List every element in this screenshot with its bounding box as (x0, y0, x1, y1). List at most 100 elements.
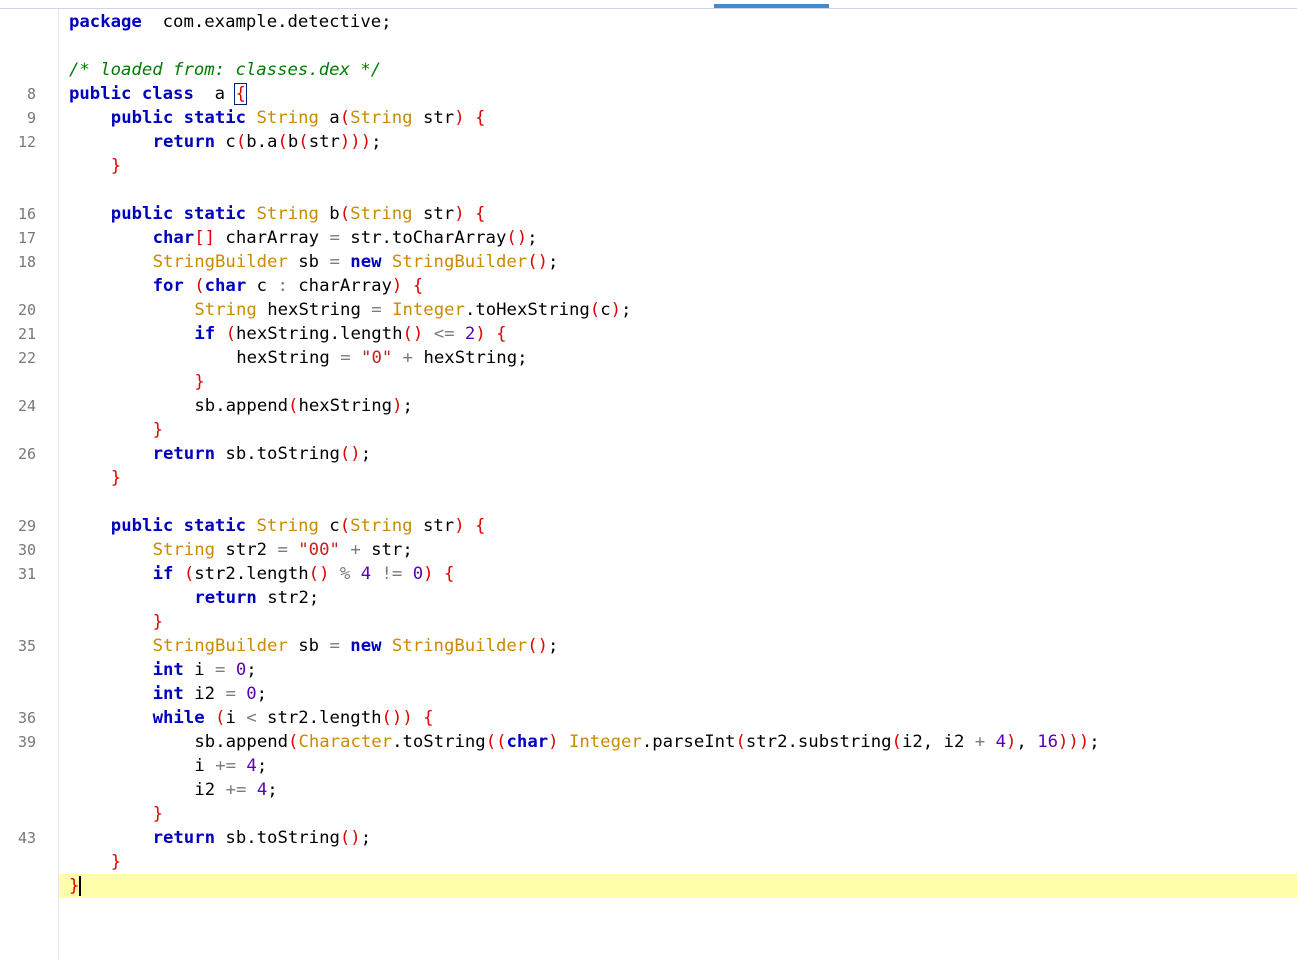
code-line-text: } (153, 802, 163, 826)
code-token: { (412, 276, 424, 296)
code-line-text: return str2; (194, 586, 319, 610)
line-number: 36 (17, 709, 36, 727)
code-token: c (600, 300, 611, 320)
code-token: i2 (194, 780, 226, 800)
code-token: StringBuilder (391, 636, 528, 656)
code-token: sb.toString (215, 828, 340, 848)
code-line[interactable]: } (59, 370, 1297, 394)
code-token: b (318, 204, 340, 224)
code-token: a (193, 84, 236, 104)
code-line[interactable]: return c(b.a(b(str))); (59, 130, 1297, 154)
code-token: += (225, 780, 247, 800)
code-line[interactable]: while (i < str2.length()) { (59, 706, 1297, 730)
code-token: String (256, 108, 319, 128)
code-line[interactable]: public class a { (59, 82, 1297, 106)
code-line[interactable]: public static String a(String str) { (59, 106, 1297, 130)
code-token: ) (475, 324, 486, 344)
code-line[interactable]: StringBuilder sb = new StringBuilder(); (59, 250, 1297, 274)
code-line[interactable]: return str2; (59, 586, 1297, 610)
code-line[interactable] (59, 490, 1297, 514)
code-line[interactable]: return sb.toString(); (59, 442, 1297, 466)
code-line[interactable]: int i = 0; (59, 658, 1297, 682)
code-token: public static (110, 108, 247, 128)
code-token: ) (1006, 732, 1017, 752)
code-line[interactable]: StringBuilder sb = new StringBuilder(); (59, 634, 1297, 658)
code-line[interactable]: sb.append(hexString); (59, 394, 1297, 418)
line-number: 21 (17, 325, 36, 343)
code-token: () (402, 324, 424, 344)
code-token: ; (256, 684, 268, 704)
code-token: + (350, 540, 361, 560)
code-line-text: } (69, 874, 82, 898)
line-number: 16 (17, 205, 36, 223)
code-line[interactable]: package com.example.detective; (59, 10, 1297, 34)
code-line[interactable]: if (hexString.length() <= 2) { (59, 322, 1297, 346)
code-line-text: StringBuilder sb = new StringBuilder(); (153, 634, 559, 658)
code-token: ; (527, 228, 538, 248)
editor-tab-strip (0, 0, 1297, 9)
line-number: 35 (17, 637, 36, 655)
code-line[interactable]: sb.append(Character.toString((char) Inte… (59, 730, 1297, 754)
code-line[interactable]: int i2 = 0; (59, 682, 1297, 706)
line-number: 9 (26, 109, 36, 127)
code-token: int (152, 660, 184, 680)
code-line[interactable]: } (59, 418, 1297, 442)
code-line[interactable]: char[] charArray = str.toCharArray(); (59, 226, 1297, 250)
code-line-text: i2 += 4; (194, 778, 277, 802)
code-line[interactable]: } (59, 802, 1297, 826)
code-token: String (350, 108, 413, 128)
code-line[interactable]: public static String b(String str) { (59, 202, 1297, 226)
code-line[interactable]: public static String c(String str) { (59, 514, 1297, 538)
code-line[interactable]: hexString = "0" + hexString; (59, 346, 1297, 370)
code-editor[interactable]: package com.example.detective; /* loaded … (59, 9, 1297, 960)
code-line-text: int i2 = 0; (153, 682, 267, 706)
code-token: charArray (215, 228, 330, 248)
code-line[interactable]: i2 += 4; (59, 778, 1297, 802)
code-token: 4 (995, 732, 1006, 752)
code-line[interactable]: } (59, 154, 1297, 178)
code-token: ; (360, 444, 372, 464)
code-line-text: public static String a(String str) { (111, 106, 486, 130)
code-token: 0 (412, 564, 424, 584)
code-line[interactable]: } (59, 466, 1297, 490)
code-token: com.example.detective; (141, 12, 392, 32)
code-line[interactable]: } (59, 850, 1297, 874)
code-line[interactable] (59, 34, 1297, 58)
code-token: package (69, 12, 142, 32)
code-token: ( (235, 132, 247, 152)
code-line[interactable]: } (59, 874, 1297, 898)
code-line[interactable]: if (str2.length() % 4 != 0) { (59, 562, 1297, 586)
code-token: } (110, 852, 122, 872)
code-line-text: public static String c(String str) { (111, 514, 486, 538)
code-token: sb.toString (215, 444, 340, 464)
code-token: c (246, 276, 278, 296)
code-token: = (371, 300, 382, 320)
code-token: StringBuilder (391, 252, 528, 272)
code-line[interactable]: } (59, 610, 1297, 634)
code-line[interactable] (59, 178, 1297, 202)
code-token: ) (454, 108, 465, 128)
code-line[interactable]: i += 4; (59, 754, 1297, 778)
code-token: return (194, 588, 257, 608)
code-line[interactable]: for (char c : charArray) { (59, 274, 1297, 298)
code-token: str (412, 108, 455, 128)
code-line[interactable]: /* loaded from: classes.dex */ (59, 58, 1297, 82)
code-token: ( (288, 732, 299, 752)
code-token: { (475, 108, 486, 128)
code-token: = (225, 684, 236, 704)
code-token: 4 (256, 780, 268, 800)
code-token: ; (402, 396, 413, 416)
code-line[interactable]: String hexString = Integer.toHexString(c… (59, 298, 1297, 322)
code-line[interactable]: String str2 = "00" + str; (59, 538, 1297, 562)
code-line[interactable]: return sb.toString(); (59, 826, 1297, 850)
active-tab-indicator[interactable] (714, 4, 829, 8)
code-token: { (475, 516, 486, 536)
code-token: ( (298, 132, 309, 152)
